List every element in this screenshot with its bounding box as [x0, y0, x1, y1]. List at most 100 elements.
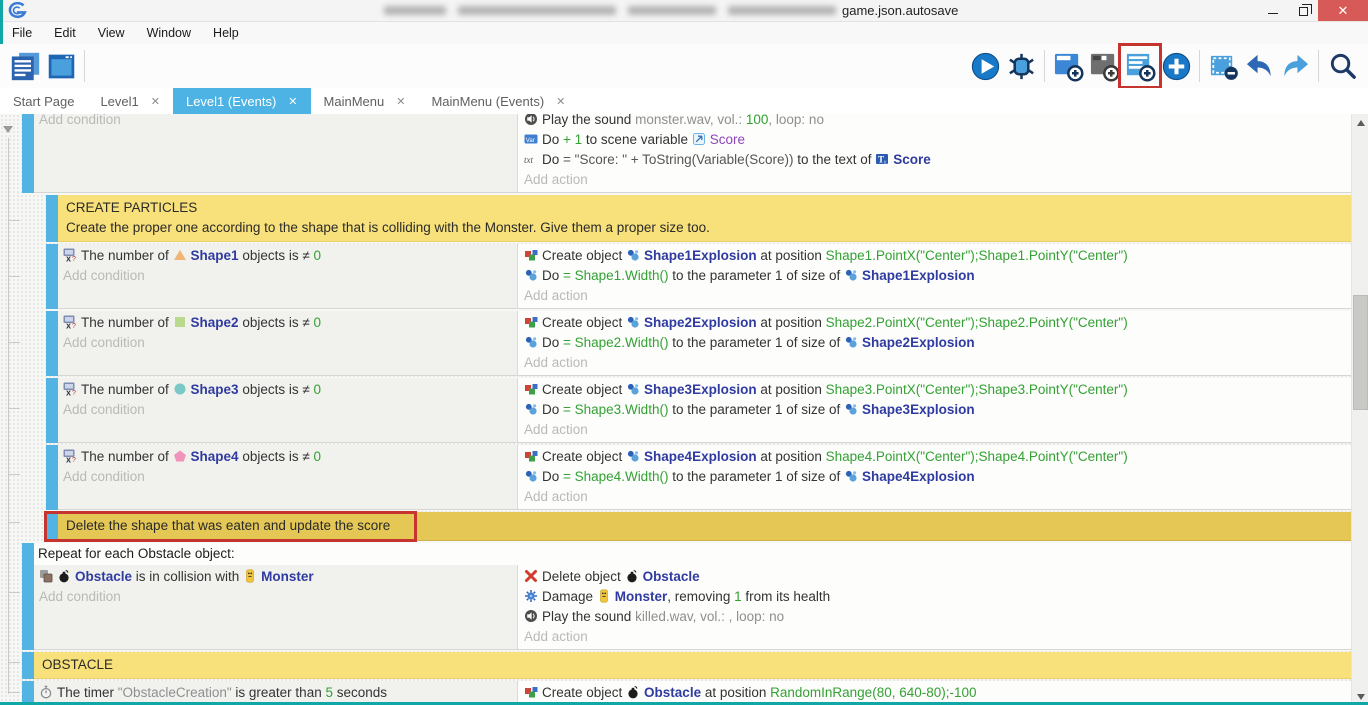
text-segment: Create object [542, 382, 626, 397]
vertical-scrollbar[interactable] [1351, 114, 1368, 705]
condition-line[interactable]: x?The number of Shape3 objects is ≠ 0 [63, 380, 517, 400]
comment-obstacle[interactable]: OBSTACLE [22, 652, 1351, 679]
add-scene-icon[interactable] [1050, 47, 1086, 85]
tree-expander-icon[interactable] [3, 126, 13, 133]
particle-icon [626, 248, 640, 262]
add-condition-link[interactable]: Add condition [63, 266, 517, 286]
debug-icon[interactable] [1003, 47, 1039, 85]
add-condition-link[interactable]: Add condition [63, 467, 517, 487]
remove-selection-icon[interactable] [1205, 47, 1241, 85]
action-line[interactable]: Create object Shape3Explosion at positio… [524, 380, 1351, 400]
action-line[interactable]: Do = Shape2.Width() to the parameter 1 o… [524, 333, 1351, 353]
close-icon[interactable]: ✕ [1318, 0, 1368, 21]
minimize-icon[interactable] [1258, 0, 1288, 21]
scroll-up-icon[interactable] [1352, 114, 1368, 131]
menu-help[interactable]: Help [209, 26, 249, 40]
condition-line[interactable]: x?The number of Shape1 objects is ≠ 0 [63, 246, 517, 266]
condition-line[interactable]: The timer "ObstacleCreation" is greater … [39, 683, 517, 703]
tab-close-icon[interactable]: ✕ [288, 95, 297, 108]
menu-window[interactable]: Window [143, 26, 201, 40]
play-icon[interactable] [967, 47, 1003, 85]
add-action-link[interactable]: Add action [524, 627, 1351, 647]
add-condition-link[interactable]: Add condition [63, 333, 517, 353]
comment-text[interactable]: Delete the shape that was eaten and upda… [58, 512, 1351, 541]
event-shape1-explosion[interactable]: x?The number of Shape1 objects is ≠ 0Add… [46, 244, 1351, 309]
add-condition-link[interactable]: Add condition [39, 114, 517, 130]
tab-close-icon[interactable]: ✕ [556, 95, 565, 108]
add-action-link[interactable]: Add action [524, 487, 1351, 507]
tab-label: MainMenu (Events) [431, 94, 544, 109]
svg-text:txt: txt [524, 155, 533, 165]
window-controls: ✕ [1258, 0, 1368, 21]
count-icon: x? [63, 449, 77, 463]
add-condition-link[interactable]: Add condition [39, 587, 517, 607]
tree-connector-line [8, 692, 20, 693]
menu-file[interactable]: File [8, 26, 42, 40]
redo-icon[interactable] [1277, 47, 1313, 85]
add-external-layout-icon[interactable] [1086, 47, 1122, 85]
action-line[interactable]: Do = Shape4.Width() to the parameter 1 o… [524, 467, 1351, 487]
condition-line[interactable]: x?The number of Shape4 objects is ≠ 0 [63, 447, 517, 467]
action-line[interactable]: Create object Obstacle at position Rando… [524, 683, 1351, 703]
text-segment: The number of [81, 449, 173, 464]
action-line[interactable]: Create object Shape1Explosion at positio… [524, 246, 1351, 266]
obstacle-icon [57, 569, 71, 583]
event-indent-bar [22, 114, 34, 193]
text-segment: Score [893, 152, 931, 167]
tab-mainmenu[interactable]: MainMenu ✕ [311, 88, 419, 114]
add-action-link[interactable]: Add action [524, 353, 1351, 373]
condition-line[interactable]: x?The number of Shape2 objects is ≠ 0 [63, 313, 517, 333]
action-line[interactable]: Do = Shape3.Width() to the parameter 1 o… [524, 400, 1351, 420]
comment-text[interactable]: OBSTACLE [34, 652, 1351, 679]
add-condition-link[interactable]: Add condition [63, 400, 517, 420]
action-line[interactable]: Do = Shape1.Width() to the parameter 1 o… [524, 266, 1351, 286]
tab-close-icon[interactable]: ✕ [151, 95, 160, 108]
actions-column: Create object Shape3Explosion at positio… [517, 378, 1351, 442]
comment-create-particles[interactable]: CREATE PARTICLESCreate the proper one ac… [46, 195, 1351, 242]
tab-mainmenu-events[interactable]: MainMenu (Events) ✕ [418, 88, 578, 114]
comment-delete-shape[interactable]: Delete the shape that was eaten and upda… [46, 512, 1351, 541]
tab-level1[interactable]: Level1✕ [87, 88, 173, 114]
project-manager-icon[interactable] [7, 47, 43, 85]
action-line[interactable]: Play the sound killed.wav, vol.: , loop:… [524, 607, 1351, 627]
tab-label: MainMenu [324, 94, 385, 109]
add-action-link[interactable]: Add action [524, 420, 1351, 440]
text-segment: , loop: no [768, 114, 824, 127]
tab-close-icon[interactable]: ✕ [396, 95, 405, 108]
comment-text[interactable]: CREATE PARTICLESCreate the proper one ac… [58, 195, 1351, 242]
shape3-icon [173, 382, 187, 396]
start-page-icon[interactable] [43, 47, 79, 85]
menu-edit[interactable]: Edit [50, 26, 86, 40]
undo-icon[interactable] [1241, 47, 1277, 85]
add-action-link[interactable]: Add action [524, 286, 1351, 306]
action-line[interactable]: Create object Shape2Explosion at positio… [524, 313, 1351, 333]
window-border-left [0, 0, 3, 44]
condition-line[interactable]: Obstacle is in collision with Monster [39, 567, 517, 587]
text-segment: Obstacle [644, 685, 701, 700]
menu-view[interactable]: View [94, 26, 135, 40]
action-line[interactable]: Delete object Obstacle [524, 567, 1351, 587]
event-shape2-explosion[interactable]: x?The number of Shape2 objects is ≠ 0Add… [46, 311, 1351, 376]
action-line[interactable]: VarDo + 1 to scene variable Score [524, 130, 1351, 150]
action-line[interactable]: Damage Monster, removing 1 from its heal… [524, 587, 1351, 607]
text-segment: RandomInRange(80, 640-80);-100 [770, 685, 976, 700]
action-line[interactable]: Create object Shape4Explosion at positio… [524, 447, 1351, 467]
text-segment: Monster [615, 589, 668, 604]
search-icon[interactable] [1324, 47, 1360, 85]
text-segment: at position [757, 449, 826, 464]
event-monster-eats-shape[interactable]: Add condition Play the sound monster.wav,… [22, 114, 1351, 193]
add-external-events-icon[interactable] [1122, 47, 1158, 85]
tab-level1-events[interactable]: Level1 (Events)✕ [173, 88, 311, 114]
restore-icon[interactable] [1288, 0, 1318, 21]
action-line[interactable]: Play the sound monster.wav, vol.: 100, l… [524, 114, 1351, 130]
text-segment: Do [542, 335, 563, 350]
add-action-link[interactable]: Add action [524, 170, 1351, 190]
tab-start-page[interactable]: Start Page [0, 88, 87, 114]
event-shape4-explosion[interactable]: x?The number of Shape4 objects is ≠ 0Add… [46, 445, 1351, 510]
event-shape3-explosion[interactable]: x?The number of Shape3 objects is ≠ 0Add… [46, 378, 1351, 443]
action-line[interactable]: txtDo = "Score: " + ToString(Variable(Sc… [524, 150, 1351, 170]
text-segment: Shape3Explosion [644, 382, 757, 397]
event-obstacle-collision[interactable]: Repeat for each Obstacle object:Obstacle… [22, 543, 1351, 650]
scrollbar-thumb[interactable] [1353, 295, 1368, 410]
add-object-icon[interactable] [1158, 47, 1194, 85]
